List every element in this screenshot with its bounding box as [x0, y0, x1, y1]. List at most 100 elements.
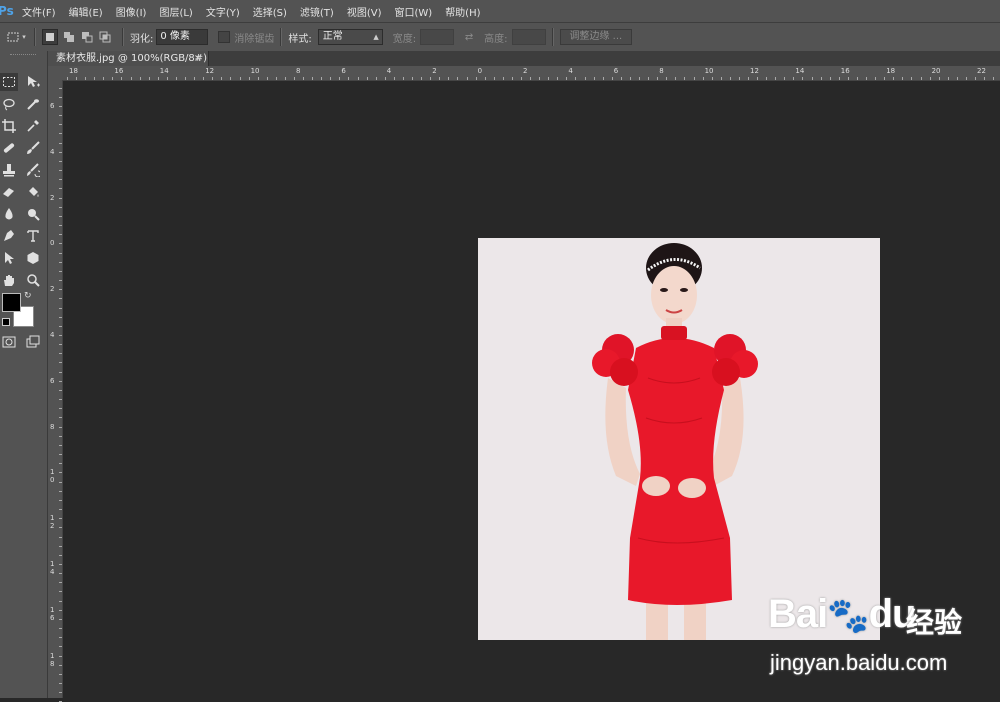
height-input[interactable] [511, 29, 546, 45]
menu-file[interactable]: 文件(F) [22, 4, 56, 19]
ruler-label: 18 [69, 67, 78, 75]
zoom-tool[interactable] [24, 271, 42, 289]
lasso-tool[interactable] [0, 95, 18, 113]
style-select[interactable]: 正常 ▲ [317, 29, 383, 45]
new-selection-button[interactable] [42, 29, 58, 45]
ruler-tick [59, 316, 62, 318]
vertical-ruler[interactable]: 6 4 2 0 2 4 6 8 1 0 1 2 1 4 1 6 1 8 [48, 80, 63, 702]
menu-edit[interactable]: 编辑(E) [69, 4, 103, 19]
ruler-tick [59, 252, 62, 254]
quick-select-tool[interactable] [24, 95, 42, 113]
marquee-tool[interactable] [0, 73, 18, 91]
crop-tool[interactable] [0, 117, 18, 135]
dodge-tool[interactable] [24, 205, 42, 223]
ruler-tick [59, 106, 62, 107]
ruler-tick [275, 77, 277, 80]
ruler-tick [59, 472, 62, 474]
width-input[interactable] [420, 29, 455, 45]
horizontal-ruler[interactable]: 18 16 14 12 10 8 6 4 2 0 2 4 6 8 10 12 14 16 18 20 22 [63, 66, 1000, 81]
ruler-tick [59, 444, 62, 446]
dodge-icon [28, 209, 40, 221]
ruler-tick [59, 325, 62, 327]
ruler-tick [675, 77, 677, 80]
ruler-label: 1 4 [50, 560, 55, 576]
healing-brush-tool[interactable] [0, 139, 18, 157]
menu-type[interactable]: 文字(Y) [206, 4, 240, 19]
history-brush-tool[interactable] [24, 161, 42, 179]
ruler-tick [829, 77, 831, 80]
quick-mask-icon [2, 336, 16, 348]
menu-filter[interactable]: 滤镜(T) [300, 4, 334, 19]
tool-preset-picker[interactable] [6, 30, 20, 44]
options-bar: ▾ 羽化: 0 像素 消除锯齿 样式: 正常 ▲ 宽度: ⇄ 高度: 调整边缘 … [0, 22, 1000, 52]
screen-mode-icon [26, 335, 40, 348]
menu-window[interactable]: 窗口(W) [394, 4, 432, 19]
new-selection-icon [46, 33, 54, 41]
chevron-down-icon[interactable]: ▾ [20, 30, 28, 44]
swap-colors-icon[interactable]: ↻ [24, 291, 32, 301]
ruler-label: 12 [750, 67, 759, 75]
eraser-tool[interactable] [0, 183, 18, 201]
menu-view[interactable]: 视图(V) [347, 4, 382, 19]
refine-edge-button[interactable]: 调整边缘 ... [559, 29, 633, 45]
ruler-tick [59, 206, 62, 208]
panel-grip[interactable] [10, 54, 36, 57]
menu-help[interactable]: 帮助(H) [445, 4, 480, 19]
watermark-brand: Bai🐾du [768, 592, 916, 636]
ruler-tick [539, 77, 541, 80]
zoom-icon [27, 274, 40, 287]
ruler-tick [448, 77, 450, 80]
subtract-selection-button[interactable] [80, 30, 94, 44]
ruler-tick [484, 77, 486, 80]
document-tab[interactable]: 素材衣服.jpg @ 100%(RGB/8#) × [48, 51, 209, 66]
divider [551, 28, 554, 46]
foreground-color-swatch[interactable] [2, 293, 21, 312]
menu-select[interactable]: 选择(S) [253, 4, 287, 19]
ruler-origin[interactable] [48, 66, 64, 81]
intersect-selection-button[interactable] [98, 30, 112, 44]
ruler-tick [620, 77, 622, 80]
menu-layer[interactable]: 图层(L) [159, 4, 192, 19]
menu-image[interactable]: 图像(I) [116, 4, 147, 19]
ruler-tick [59, 353, 62, 355]
pen-tool[interactable] [0, 227, 18, 245]
ruler-tick [402, 77, 404, 80]
clone-stamp-tool[interactable] [0, 161, 18, 179]
document-tab-title: 素材衣服.jpg @ 100%(RGB/8#) [56, 53, 208, 64]
type-icon [27, 230, 39, 242]
ruler-tick [59, 683, 62, 685]
ruler-tick [59, 389, 62, 391]
type-tool[interactable] [24, 227, 42, 245]
ruler-tick [59, 600, 62, 602]
ruler-tick [59, 96, 62, 98]
ruler-label: 4 [50, 147, 55, 156]
paint-bucket-icon [29, 187, 39, 197]
ruler-tick [566, 77, 568, 80]
default-colors-icon[interactable] [2, 318, 10, 326]
ruler-tick [59, 509, 62, 511]
feather-input[interactable]: 0 像素 [156, 29, 209, 45]
width-label: 宽度: [392, 33, 417, 45]
ruler-tick [212, 77, 214, 80]
blur-tool[interactable] [0, 205, 18, 223]
brush-tool[interactable] [24, 139, 42, 157]
antialias-checkbox[interactable] [218, 31, 231, 43]
move-tool[interactable] [24, 73, 42, 91]
quick-mask-button[interactable] [0, 333, 18, 351]
add-selection-button[interactable] [62, 30, 76, 44]
ruler-tick [920, 77, 922, 80]
ruler-tick [303, 77, 305, 80]
lasso-icon [3, 98, 15, 111]
path-select-tool[interactable] [0, 249, 18, 267]
eyedropper-tool[interactable] [24, 117, 42, 135]
hand-tool[interactable] [0, 271, 18, 289]
document-image[interactable] [478, 238, 880, 640]
swap-dimensions-icon[interactable]: ⇄ [462, 30, 476, 44]
ruler-tick [59, 646, 62, 648]
paint-bucket-tool[interactable] [24, 183, 42, 201]
ruler-tick [59, 362, 62, 364]
ruler-tick [339, 77, 341, 80]
shape-tool[interactable] [24, 249, 42, 267]
close-icon[interactable]: × [194, 51, 202, 66]
screen-mode-button[interactable] [24, 333, 42, 351]
